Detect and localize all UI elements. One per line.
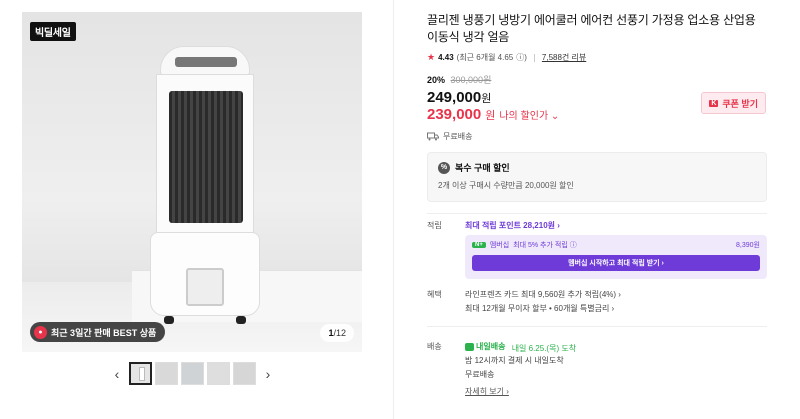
cooler-grille — [169, 91, 243, 223]
product-info-panel: 끌리젠 냉풍기 냉방기 에어쿨러 에어컨 선풍기 가정용 업소용 산업용 이동식… — [427, 12, 767, 396]
thumbnail-2[interactable] — [155, 362, 178, 385]
membership-amount: 8,390원 — [736, 242, 760, 249]
review-count-link[interactable]: 7,588건 리뷰 — [542, 52, 586, 63]
best-seller-pill: ● 최근 3일간 판매 BEST 상품 — [30, 322, 166, 342]
membership-row: N+ 멤버십 최대 5% 추가 적립 ⓘ 8,390원 — [472, 240, 760, 250]
delivery-label: 배송 — [427, 342, 442, 351]
coupon-button[interactable]: K 쿠폰 받기 — [701, 92, 766, 114]
cooler-wheel — [164, 316, 174, 324]
percent-icon: % — [438, 161, 450, 174]
chevron-left-icon[interactable]: ‹ — [108, 363, 126, 385]
thumbnail-image — [139, 367, 145, 381]
multi-purchase-desc: 2개 이상 구매시 수량만큼 20,000원 할인 — [438, 181, 574, 190]
image-counter: 1 /12 — [320, 324, 354, 342]
points-label: 적립 — [427, 221, 442, 230]
card-benefit-link[interactable]: 라인프렌즈 카드 최대 9,560원 추가 적립(4%) › — [465, 289, 621, 300]
thumbnail-strip: ‹ › — [108, 362, 277, 385]
cooler-water-tank — [186, 268, 224, 306]
delivery-date: 내일 6.25.(목) 도착 — [511, 343, 577, 353]
column-divider — [393, 0, 394, 419]
my-price-value: 239,000 — [427, 106, 482, 123]
multi-purchase-title: 복수 구매 할인 — [455, 163, 510, 173]
rating-recent: (최근 6개월 4.65 — [456, 53, 514, 62]
delivery-row: 내일배송 내일 6.25.(목) 도착 — [465, 341, 576, 354]
info-icon[interactable]: ⓘ) — [516, 52, 527, 63]
my-price-unit: 원 — [485, 110, 496, 122]
rating-separator — [533, 53, 535, 62]
thumbnail-3[interactable] — [181, 362, 204, 385]
delivery-fee: 무료배송 — [465, 370, 495, 379]
cooler-body — [156, 74, 254, 234]
product-main-image[interactable]: 빅딜세일 ● 최근 3일간 판매 BEST 상품 1 /12 — [22, 12, 362, 352]
image-counter-total: /12 — [333, 328, 346, 338]
delivery-detail-link[interactable]: 자세히 보기 › — [465, 386, 509, 397]
delivery-note: 밤 12시까지 결제 시 내일도착 — [465, 356, 564, 365]
naver-plus-badge: N+ — [472, 242, 486, 248]
shipping-text: 무료배송 — [443, 132, 473, 141]
product-title: 끌리젠 냉풍기 냉방기 에어쿨러 에어컨 선풍기 가정용 업소용 산업용 이동식… — [427, 13, 756, 44]
section-divider — [427, 213, 767, 214]
section-divider — [427, 326, 767, 327]
coupon-icon: K — [709, 99, 719, 107]
sale-price-value: 249,000 — [427, 89, 482, 106]
shipping-row: 무료배송 — [427, 131, 767, 142]
cooler-head — [160, 46, 250, 76]
best-seller-text: 최근 3일간 판매 BEST 상품 — [51, 327, 157, 338]
rating-score: 4.43 — [438, 53, 454, 62]
membership-label: 멤버십 — [489, 242, 510, 249]
coupon-label: 쿠폰 받기 — [722, 98, 758, 109]
thumbnail-1[interactable] — [129, 362, 152, 385]
chevron-right-icon[interactable]: › — [259, 363, 277, 385]
air-cooler-product-illustration — [150, 46, 260, 324]
fire-icon: ● — [34, 325, 47, 339]
cooler-wheel — [236, 316, 246, 324]
discount-rate: 20% — [427, 75, 446, 85]
star-icon: ★ — [427, 52, 436, 62]
thumbnail-5[interactable] — [233, 362, 256, 385]
my-price-label: 나의 할인가 ⌄ — [499, 111, 560, 122]
thumbnail-4[interactable] — [207, 362, 230, 385]
sale-price-unit: 원 — [481, 93, 492, 105]
delivery-icon — [465, 342, 474, 351]
truck-icon — [427, 132, 439, 141]
membership-start-button[interactable]: 멤버십 시작하고 최대 적립 받기 › — [472, 255, 760, 271]
benefits-label: 혜택 — [427, 290, 442, 299]
membership-extra: 최대 5% 추가 적립 ⓘ — [513, 242, 577, 249]
detail-link-text: 자세히 보기 › — [465, 387, 509, 396]
deal-badge: 빅딜세일 — [30, 22, 76, 41]
discount-row: 20% 300,000원 — [427, 73, 767, 86]
multi-purchase-header: % 복수 구매 할인 — [438, 161, 756, 174]
max-points-link[interactable]: 최대 적립 포인트 28,210원 › — [465, 220, 560, 231]
membership-box: N+ 멤버십 최대 5% 추가 적립 ⓘ 8,390원 멤버십 시작하고 최대 … — [465, 235, 767, 279]
cooler-control-panel — [175, 57, 237, 67]
tomorrow-delivery-text: 내일배송 — [476, 342, 506, 351]
installment-benefit-link[interactable]: 최대 12개월 무이자 할부 • 60개월 특별금리 › — [465, 303, 614, 314]
multi-purchase-box: % 복수 구매 할인 2개 이상 구매시 수량만큼 20,000원 할인 — [427, 152, 767, 202]
rating-row: ★ 4.43 (최근 6개월 4.65 ⓘ) 7,588건 리뷰 — [427, 52, 767, 63]
tomorrow-delivery-tag: 내일배송 — [465, 341, 505, 352]
original-price: 300,000원 — [450, 75, 492, 85]
